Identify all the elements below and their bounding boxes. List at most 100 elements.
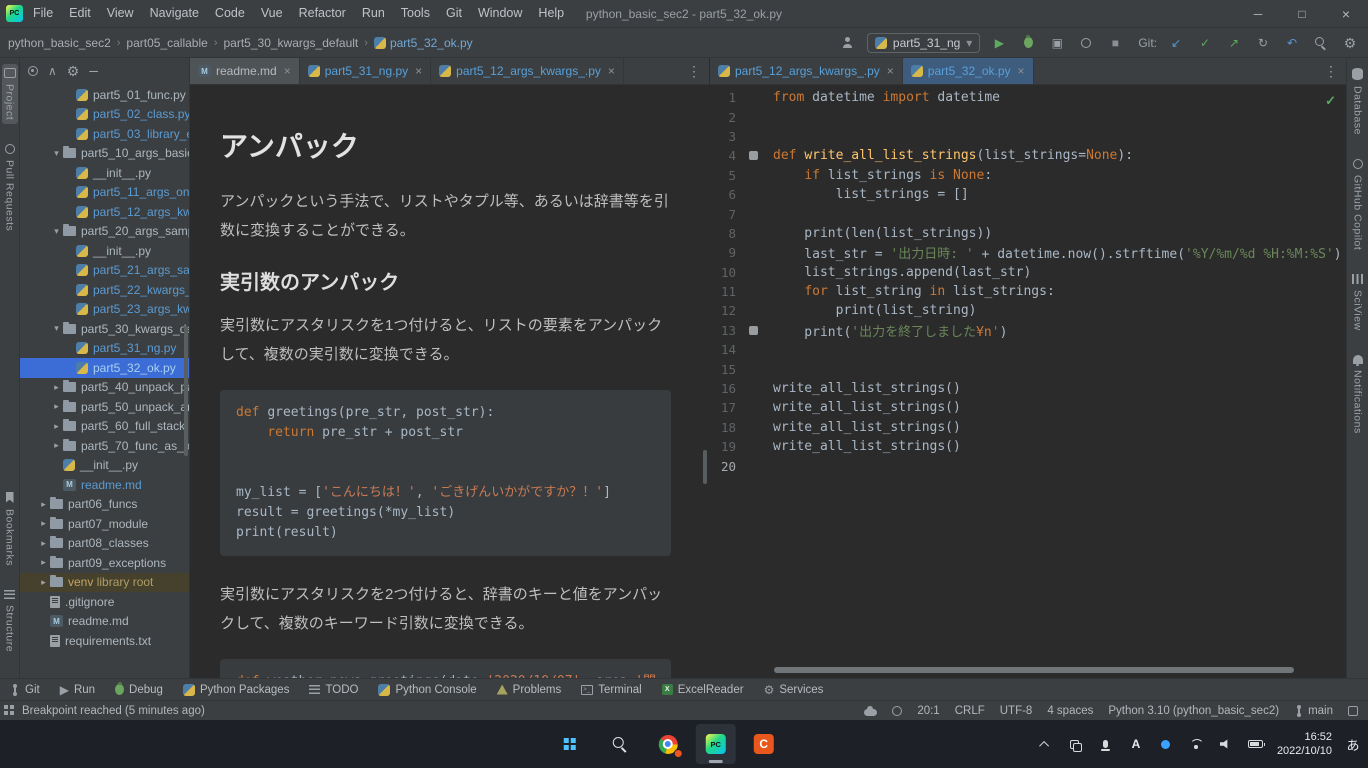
tool-strip-item-database[interactable]: Database	[1350, 64, 1366, 139]
debug-button[interactable]	[1018, 33, 1038, 53]
tree-chevron-icon[interactable]: ▾	[50, 323, 63, 334]
gutter-fold-icon[interactable]	[749, 151, 758, 160]
maximize-button[interactable]: □	[1280, 0, 1324, 27]
status-item-4-spaces[interactable]: 4 spaces	[1047, 705, 1093, 717]
tool-window-button-debug[interactable]: Debug	[115, 684, 163, 696]
menu-vue[interactable]: Vue	[253, 0, 291, 27]
menu-edit[interactable]: Edit	[61, 0, 99, 27]
c-app-button[interactable]: C	[744, 724, 784, 764]
code-editor[interactable]: 1from datetime import datetime234def wri…	[710, 85, 1346, 678]
git-update-button[interactable]: ↙	[1166, 33, 1186, 53]
tree-chevron-icon[interactable]: ▾	[50, 226, 63, 237]
tree-item[interactable]: Mreadme.md	[20, 475, 189, 495]
tree-item[interactable]: Mreadme.md	[20, 612, 189, 632]
tool-strip-item-github-copilot[interactable]: GitHub Copilot	[1350, 155, 1366, 254]
tree-item[interactable]: __init__.py	[20, 163, 189, 183]
tool-window-button-python-packages[interactable]: Python Packages	[183, 684, 290, 696]
profiler-button[interactable]	[1076, 33, 1096, 53]
tree-item[interactable]: .gitignore	[20, 592, 189, 612]
tree-item[interactable]: part5_22_kwargs_sample.py	[20, 280, 189, 300]
tree-chevron-icon[interactable]: ▸	[37, 557, 50, 568]
tree-item[interactable]: ▸part5_60_full_stack	[20, 417, 189, 437]
editor-tab[interactable]: Mreadme.md×	[190, 58, 300, 84]
status-item-main[interactable]: main	[1294, 705, 1333, 717]
history-button[interactable]: ↻	[1253, 33, 1273, 53]
tool-window-button-run[interactable]: ▶Run	[60, 684, 95, 696]
pycharm-app-button[interactable]: PC	[696, 724, 736, 764]
status-item-utf-8[interactable]: UTF-8	[1000, 705, 1033, 717]
menu-refactor[interactable]: Refactor	[291, 0, 354, 27]
breadcrumb-item[interactable]: part5_30_kwargs_default	[224, 36, 359, 50]
menu-help[interactable]: Help	[530, 0, 572, 27]
tray-windows-icon[interactable]	[1067, 724, 1085, 764]
stop-button[interactable]: ■	[1105, 33, 1125, 53]
coverage-button[interactable]: ▣	[1047, 33, 1067, 53]
tree-item[interactable]: requirements.txt	[20, 631, 189, 651]
editor-tab[interactable]: part5_31_ng.py×	[300, 58, 431, 84]
tool-window-button-todo[interactable]: TODO	[309, 684, 358, 696]
breadcrumb-item[interactable]: python_basic_sec2	[8, 36, 111, 50]
tree-item[interactable]: ▾part5_30_kwargs_default	[20, 319, 189, 339]
status-item-20-1[interactable]: 20:1	[917, 705, 939, 717]
tool-strip-item-bookmarks[interactable]: Bookmarks	[2, 488, 18, 570]
tray-overflow-chevron-icon[interactable]	[1037, 724, 1055, 764]
status-item[interactable]	[1348, 706, 1358, 716]
menu-view[interactable]: View	[99, 0, 142, 27]
panel-settings-gear-icon[interactable]: ⚙	[67, 64, 80, 78]
tree-chevron-icon[interactable]: ▸	[37, 538, 50, 549]
run-config-select[interactable]: part5_31_ng ▾	[867, 33, 980, 53]
rollback-button[interactable]: ↶	[1282, 33, 1302, 53]
tree-item[interactable]: ▸part08_classes	[20, 534, 189, 554]
hide-panel-icon[interactable]: ─	[89, 65, 98, 77]
menu-git[interactable]: Git	[438, 0, 470, 27]
tool-window-button-terminal[interactable]: >_Terminal	[581, 684, 641, 696]
tree-item[interactable]: part5_11_args_only.py	[20, 183, 189, 203]
tab-close-icon[interactable]: ×	[885, 64, 894, 78]
tree-item[interactable]: part5_12_args_kwargs_.py	[20, 202, 189, 222]
close-window-button[interactable]: ×	[1324, 0, 1368, 27]
microphone-icon[interactable]	[1097, 724, 1115, 764]
editor-hscrollbar-thumb[interactable]	[774, 667, 1294, 673]
ime-japanese-icon[interactable]: あ	[1344, 724, 1362, 764]
tree-chevron-icon[interactable]: ▸	[50, 421, 63, 432]
tree-item[interactable]: ▸part06_funcs	[20, 495, 189, 515]
tool-window-button-excelreader[interactable]: XExcelReader	[662, 684, 744, 696]
menu-window[interactable]: Window	[470, 0, 530, 27]
tree-item[interactable]: ▸part5_50_unpack_argu	[20, 397, 189, 417]
tree-chevron-icon[interactable]: ▸	[37, 499, 50, 510]
tree-item[interactable]: ▸part07_module	[20, 514, 189, 534]
tool-strip-item-project[interactable]: Project	[2, 64, 18, 124]
tree-item[interactable]: part5_21_args_sample.py	[20, 261, 189, 281]
tree-item[interactable]: part5_32_ok.py	[20, 358, 189, 378]
tree-chevron-icon[interactable]: ▸	[37, 518, 50, 529]
markdown-preview[interactable]: アンパック アンパックという手法で、リストやタプル等、あるいは辞書等を引数に変換…	[190, 85, 709, 678]
tree-chevron-icon[interactable]: ▸	[50, 401, 63, 412]
ime-mode-icon[interactable]: A	[1127, 724, 1145, 764]
status-item-python-3-10-python-basic-sec2-[interactable]: Python 3.10 (python_basic_sec2)	[1108, 705, 1279, 717]
tool-window-button-git[interactable]: Git	[10, 684, 40, 696]
tree-item[interactable]: __init__.py	[20, 456, 189, 476]
preview-scrollbar-thumb[interactable]	[703, 450, 707, 484]
tree-item[interactable]: __init__.py	[20, 241, 189, 261]
settings-gear-icon[interactable]: ⚙	[1340, 33, 1360, 53]
tree-item[interactable]: part5_03_library_ex	[20, 124, 189, 144]
tab-close-icon[interactable]: ×	[1016, 64, 1025, 78]
git-commit-button[interactable]: ✓	[1195, 33, 1215, 53]
tree-chevron-icon[interactable]: ▸	[50, 440, 63, 451]
tree-item[interactable]: ▸part5_40_unpack_para	[20, 378, 189, 398]
menu-code[interactable]: Code	[207, 0, 253, 27]
search-everywhere-button[interactable]	[1311, 33, 1331, 53]
status-item[interactable]	[864, 706, 877, 716]
status-item-crlf[interactable]: CRLF	[955, 705, 985, 717]
editor-tab[interactable]: part5_12_args_kwargs_.py×	[710, 58, 903, 84]
user-icon[interactable]	[838, 33, 858, 53]
minimize-button[interactable]: ─	[1236, 0, 1280, 27]
menu-tools[interactable]: Tools	[393, 0, 438, 27]
menu-run[interactable]: Run	[354, 0, 393, 27]
tree-item[interactable]: part5_23_args_kwargs.py	[20, 300, 189, 320]
taskbar-clock[interactable]: 16:52 2022/10/10	[1277, 730, 1332, 758]
tab-options-kebab-icon[interactable]: ⋮	[1316, 58, 1346, 84]
run-button[interactable]: ▶	[989, 33, 1009, 53]
tool-window-button-services[interactable]: ⚙Services	[764, 684, 824, 696]
tool-strip-item-structure[interactable]: Structure	[2, 586, 18, 656]
